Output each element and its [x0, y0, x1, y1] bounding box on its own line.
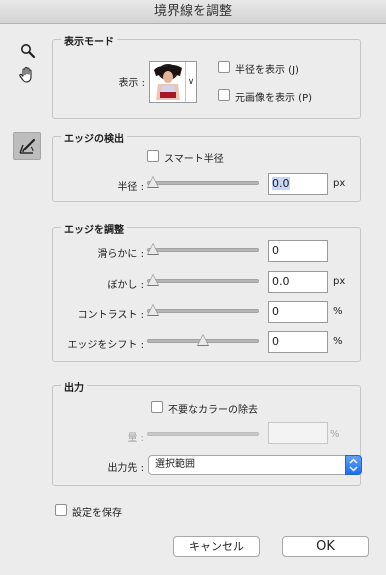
slider-thumb[interactable]: [148, 177, 158, 187]
radius-field[interactable]: 0.0: [268, 173, 328, 195]
feather-unit: px: [333, 276, 346, 287]
view-label: 表示 :: [118, 78, 145, 89]
radius-value: 0.0: [272, 177, 290, 190]
radius-slider[interactable]: [147, 176, 259, 189]
show-radius-checkbox[interactable]: [218, 61, 230, 73]
slider-thumb[interactable]: [198, 335, 208, 345]
updown-arrows-icon: [345, 455, 362, 475]
slider-track: [147, 248, 259, 252]
output-title: 出力: [61, 379, 87, 394]
cancel-button[interactable]: キャンセル: [173, 536, 260, 557]
contrast-unit: %: [333, 306, 343, 317]
shift-edge-unit: %: [333, 336, 343, 347]
slider-track: [147, 279, 259, 283]
feather-label: ぼかし :: [107, 280, 144, 291]
view-mode-group: 表示モード: [52, 33, 361, 119]
window-title: 境界線を調整: [0, 0, 386, 24]
smooth-slider[interactable]: [147, 243, 259, 256]
shift-edge-label: エッジをシフト :: [67, 340, 144, 351]
amount-label: 量 :: [127, 433, 144, 444]
smooth-field[interactable]: 0: [268, 240, 328, 262]
slider-thumb[interactable]: [148, 275, 158, 285]
slider-track: [147, 309, 259, 313]
decontaminate-checkbox[interactable]: [151, 401, 163, 413]
amount-unit: %: [330, 429, 340, 440]
contrast-field[interactable]: 0: [268, 301, 328, 323]
amount-field[interactable]: [268, 422, 328, 444]
contrast-slider[interactable]: [147, 304, 259, 317]
smart-radius-checkbox[interactable]: [147, 150, 159, 162]
contrast-label: コントラスト :: [77, 310, 144, 321]
smooth-label: 滑らかに :: [97, 249, 144, 260]
amount-slider[interactable]: [147, 428, 259, 440]
shift-edge-field[interactable]: 0: [268, 331, 328, 353]
show-radius-label: 半径を表示 (J): [235, 65, 299, 76]
view-preview-image: [150, 62, 186, 102]
decontaminate-label: 不要なカラーの除去: [168, 405, 258, 416]
hand-tool-icon[interactable]: [16, 64, 38, 86]
output-to-select[interactable]: 選択範囲: [148, 455, 362, 475]
slider-track: [147, 432, 259, 436]
show-original-checkbox[interactable]: [218, 89, 230, 101]
zoom-tool-icon[interactable]: [17, 40, 39, 62]
show-original-label: 元画像を表示 (P): [235, 93, 313, 104]
output-to-value: 選択範囲: [155, 459, 195, 470]
feather-field[interactable]: 0.0: [268, 271, 328, 293]
ok-button[interactable]: OK: [282, 536, 369, 557]
adjust-edge-title: エッジを調整: [61, 221, 127, 236]
slider-thumb[interactable]: [148, 244, 158, 254]
shift-edge-slider[interactable]: [147, 334, 259, 347]
remember-settings-checkbox[interactable]: [55, 504, 67, 516]
chevron-down-icon: ∨: [185, 62, 196, 102]
hand-icon: [19, 66, 32, 83]
radius-unit: px: [333, 178, 346, 189]
slider-thumb[interactable]: [148, 305, 158, 315]
view-mode-title: 表示モード: [61, 33, 117, 48]
slider-track: [147, 181, 259, 185]
refine-radius-tool-icon[interactable]: [13, 132, 41, 160]
view-mode-selector[interactable]: ∨: [149, 61, 197, 103]
output-to-label: 出力先 :: [107, 463, 144, 474]
radius-label: 半径 :: [117, 182, 144, 193]
feather-slider[interactable]: [147, 274, 259, 287]
edge-detection-title: エッジの検出: [61, 130, 127, 145]
remember-settings-label: 設定を保存: [72, 508, 122, 519]
magnifier-icon: [21, 44, 36, 59]
smart-radius-label: スマート半径: [164, 154, 224, 165]
brush-icon: [19, 138, 36, 154]
